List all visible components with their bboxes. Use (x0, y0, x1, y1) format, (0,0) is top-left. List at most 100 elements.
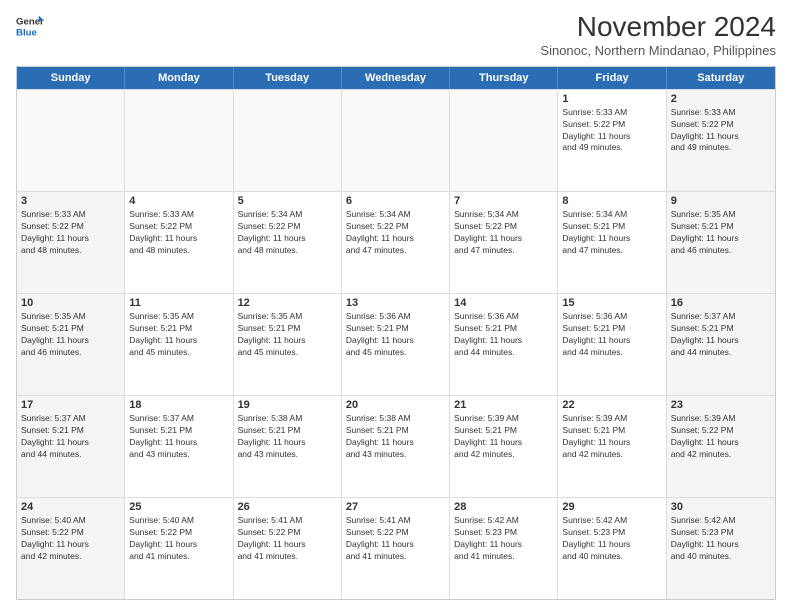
logo: General Blue (16, 12, 44, 40)
calendar-row: 24 Sunrise: 5:40 AMSunset: 5:22 PMDayligh… (17, 497, 775, 599)
day-info: Sunrise: 5:34 AMSunset: 5:21 PMDaylight:… (562, 209, 661, 257)
day-number: 18 (129, 399, 228, 411)
calendar-cell: 6Sunrise: 5:34 AMSunset: 5:22 PMDaylight… (342, 192, 450, 293)
day-info: Sunrise: 5:34 AMSunset: 5:22 PMDaylight:… (454, 209, 553, 257)
day-info: Sunrise: 5:34 AMSunset: 5:22 PMDaylight:… (238, 209, 337, 257)
day-number: 1 (562, 93, 661, 105)
calendar-cell: 30 Sunrise: 5:42 AMSunset: 5:23 PMDayligh… (667, 498, 775, 599)
title-block: November 2024 Sinonoc, Northern Mindanao… (540, 12, 776, 58)
day-number: 16 (671, 297, 771, 309)
day-number: 8 (562, 195, 661, 207)
calendar-cell: 19 Sunrise: 5:38 AMSunset: 5:21 PMDayligh… (234, 396, 342, 497)
day-info: Sunrise: 5:35 AMSunset: 5:21 PMDaylight:… (671, 209, 771, 257)
header-day: Sunday (17, 67, 125, 89)
day-number: 11 (129, 297, 228, 309)
month-title: November 2024 (540, 12, 776, 43)
header-day: Friday (558, 67, 666, 89)
day-info: Sunrise: 5:33 AMSunset: 5:22 PMDaylight:… (562, 107, 661, 155)
day-number: 27 (346, 501, 445, 513)
calendar-cell: 9 Sunrise: 5:35 AMSunset: 5:21 PMDaylight… (667, 192, 775, 293)
calendar-cell: 1 Sunrise: 5:33 AMSunset: 5:22 PMDaylight… (558, 90, 666, 191)
day-number: 3 (21, 195, 120, 207)
header-day: Wednesday (342, 67, 450, 89)
header-day: Saturday (667, 67, 775, 89)
day-info: Sunrise: 5:37 AMSunset: 5:21 PMDaylight:… (21, 413, 120, 461)
day-info: Sunrise: 5:41 AMSunset: 5:22 PMDaylight:… (238, 515, 337, 563)
calendar-cell: 10 Sunrise: 5:35 AMSunset: 5:21 PMDayligh… (17, 294, 125, 395)
day-number: 29 (562, 501, 661, 513)
day-info: Sunrise: 5:35 AMSunset: 5:21 PMDaylight:… (21, 311, 120, 359)
day-info: Sunrise: 5:36 AMSunset: 5:21 PMDaylight:… (562, 311, 661, 359)
day-info: Sunrise: 5:39 AMSunset: 5:21 PMDaylight:… (562, 413, 661, 461)
day-info: Sunrise: 5:42 AMSunset: 5:23 PMDaylight:… (671, 515, 771, 563)
day-number: 13 (346, 297, 445, 309)
day-number: 26 (238, 501, 337, 513)
calendar-cell: 7Sunrise: 5:34 AMSunset: 5:22 PMDaylight… (450, 192, 558, 293)
calendar-header: SundayMondayTuesdayWednesdayThursdayFrid… (17, 67, 775, 89)
calendar-cell: 14 Sunrise: 5:36 AMSunset: 5:21 PMDayligh… (450, 294, 558, 395)
calendar-cell: 5 Sunrise: 5:34 AMSunset: 5:22 PMDaylight… (234, 192, 342, 293)
day-number: 19 (238, 399, 337, 411)
location-title: Sinonoc, Northern Mindanao, Philippines (540, 43, 776, 58)
day-info: Sunrise: 5:33 AMSunset: 5:22 PMDaylight:… (671, 107, 771, 155)
calendar-cell: 23 Sunrise: 5:39 AMSunset: 5:22 PMDayligh… (667, 396, 775, 497)
day-number: 23 (671, 399, 771, 411)
calendar-row: 1 Sunrise: 5:33 AMSunset: 5:22 PMDaylight… (17, 89, 775, 191)
day-info: Sunrise: 5:38 AMSunset: 5:21 PMDaylight:… (346, 413, 445, 461)
page: General Blue November 2024 Sinonoc, Nort… (0, 0, 792, 612)
day-info: Sunrise: 5:40 AMSunset: 5:22 PMDaylight:… (129, 515, 228, 563)
calendar-cell: 25 Sunrise: 5:40 AMSunset: 5:22 PMDayligh… (125, 498, 233, 599)
calendar-cell: 2 Sunrise: 5:33 AMSunset: 5:22 PMDaylight… (667, 90, 775, 191)
day-number: 17 (21, 399, 120, 411)
calendar-cell: 12Sunrise: 5:35 AMSunset: 5:21 PMDayligh… (234, 294, 342, 395)
calendar-cell: 15 Sunrise: 5:36 AMSunset: 5:21 PMDayligh… (558, 294, 666, 395)
calendar-cell: 22 Sunrise: 5:39 AMSunset: 5:21 PMDayligh… (558, 396, 666, 497)
day-number: 9 (671, 195, 771, 207)
calendar: SundayMondayTuesdayWednesdayThursdayFrid… (16, 66, 776, 600)
day-number: 15 (562, 297, 661, 309)
calendar-cell: 27Sunrise: 5:41 AMSunset: 5:22 PMDayligh… (342, 498, 450, 599)
day-info: Sunrise: 5:39 AMSunset: 5:21 PMDaylight:… (454, 413, 553, 461)
day-number: 5 (238, 195, 337, 207)
calendar-body: 1 Sunrise: 5:33 AMSunset: 5:22 PMDaylight… (17, 89, 775, 599)
day-number: 21 (454, 399, 553, 411)
calendar-cell: 28 Sunrise: 5:42 AMSunset: 5:23 PMDayligh… (450, 498, 558, 599)
calendar-cell: 11 Sunrise: 5:35 AMSunset: 5:21 PMDayligh… (125, 294, 233, 395)
calendar-cell: 17 Sunrise: 5:37 AMSunset: 5:21 PMDayligh… (17, 396, 125, 497)
calendar-cell: 21 Sunrise: 5:39 AMSunset: 5:21 PMDayligh… (450, 396, 558, 497)
day-number: 14 (454, 297, 553, 309)
day-number: 30 (671, 501, 771, 513)
header: General Blue November 2024 Sinonoc, Nort… (16, 12, 776, 58)
calendar-row: 17 Sunrise: 5:37 AMSunset: 5:21 PMDayligh… (17, 395, 775, 497)
calendar-cell (17, 90, 125, 191)
calendar-cell: 20Sunrise: 5:38 AMSunset: 5:21 PMDayligh… (342, 396, 450, 497)
day-info: Sunrise: 5:42 AMSunset: 5:23 PMDaylight:… (562, 515, 661, 563)
calendar-cell: 13 Sunrise: 5:36 AMSunset: 5:21 PMDayligh… (342, 294, 450, 395)
day-info: Sunrise: 5:36 AMSunset: 5:21 PMDaylight:… (346, 311, 445, 359)
day-info: Sunrise: 5:35 AMSunset: 5:21 PMDaylight:… (129, 311, 228, 359)
calendar-row: 10 Sunrise: 5:35 AMSunset: 5:21 PMDayligh… (17, 293, 775, 395)
header-day: Monday (125, 67, 233, 89)
day-info: Sunrise: 5:37 AMSunset: 5:21 PMDaylight:… (671, 311, 771, 359)
day-number: 2 (671, 93, 771, 105)
calendar-cell: 18Sunrise: 5:37 AMSunset: 5:21 PMDayligh… (125, 396, 233, 497)
header-day: Tuesday (234, 67, 342, 89)
calendar-cell (234, 90, 342, 191)
day-info: Sunrise: 5:40 AMSunset: 5:22 PMDaylight:… (21, 515, 120, 563)
svg-text:Blue: Blue (16, 28, 37, 39)
day-number: 25 (129, 501, 228, 513)
day-info: Sunrise: 5:42 AMSunset: 5:23 PMDaylight:… (454, 515, 553, 563)
day-number: 22 (562, 399, 661, 411)
day-number: 10 (21, 297, 120, 309)
day-number: 24 (21, 501, 120, 513)
day-info: Sunrise: 5:39 AMSunset: 5:22 PMDaylight:… (671, 413, 771, 461)
day-number: 28 (454, 501, 553, 513)
day-info: Sunrise: 5:36 AMSunset: 5:21 PMDaylight:… (454, 311, 553, 359)
calendar-cell: 29 Sunrise: 5:42 AMSunset: 5:23 PMDayligh… (558, 498, 666, 599)
calendar-cell: 26 Sunrise: 5:41 AMSunset: 5:22 PMDayligh… (234, 498, 342, 599)
calendar-cell: 16 Sunrise: 5:37 AMSunset: 5:21 PMDayligh… (667, 294, 775, 395)
day-info: Sunrise: 5:38 AMSunset: 5:21 PMDaylight:… (238, 413, 337, 461)
calendar-cell: 8 Sunrise: 5:34 AMSunset: 5:21 PMDaylight… (558, 192, 666, 293)
day-info: Sunrise: 5:33 AMSunset: 5:22 PMDaylight:… (129, 209, 228, 257)
logo-icon: General Blue (16, 12, 44, 40)
